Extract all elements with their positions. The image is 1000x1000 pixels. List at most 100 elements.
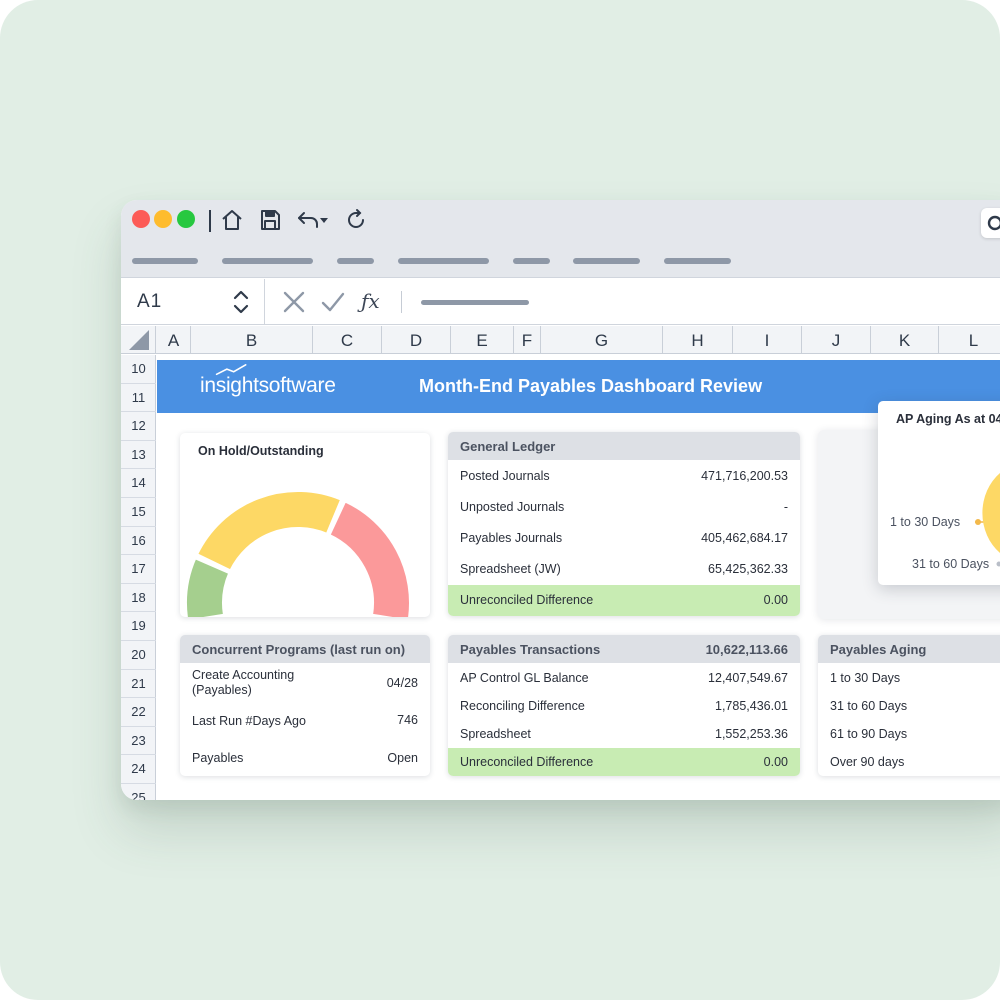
menu-item[interactable]: [132, 258, 198, 264]
menu-item[interactable]: [222, 258, 313, 264]
column-header-h[interactable]: H: [663, 326, 733, 354]
on-hold-gauge-chart: [185, 490, 411, 617]
row-header-16[interactable]: 16: [121, 527, 156, 556]
confirm-icon[interactable]: [320, 289, 346, 315]
row-header-17[interactable]: 17: [121, 555, 156, 584]
title-bar: [121, 200, 1000, 278]
row-header-25[interactable]: 25: [121, 784, 156, 800]
formula-separator: [401, 291, 402, 313]
payables-transactions-row: Spreadsheet 1,552,253.36: [448, 720, 800, 748]
menu-item[interactable]: [398, 258, 489, 264]
payables-transactions-header: Payables Transactions 10,622,113.66: [448, 635, 800, 663]
insightsoftware-logo: insightsoftware: [200, 364, 336, 398]
column-header-c[interactable]: C: [313, 326, 382, 354]
column-header-j[interactable]: J: [802, 326, 871, 354]
column-headers: ABCDEFGHIJKL: [121, 326, 1000, 354]
gauge-segment-3: [328, 500, 411, 617]
name-box[interactable]: A1: [137, 291, 162, 313]
general-ledger-card: General Ledger Posted Journals 471,716,20…: [448, 432, 800, 616]
row-header-22[interactable]: 22: [121, 698, 156, 727]
payables-aging-row: 61 to 90 Days: [818, 720, 1000, 748]
general-ledger-row: Posted Journals 471,716,200.53: [448, 461, 800, 491]
row-value: 1,552,253.36: [715, 727, 788, 741]
menu-item[interactable]: [513, 258, 550, 264]
dashboard-banner: insightsoftware Month-End Payables Dashb…: [157, 360, 1000, 413]
row-header-11[interactable]: 11: [121, 384, 156, 413]
column-header-b[interactable]: B: [191, 326, 313, 354]
row-value: 0.00: [763, 755, 788, 769]
function-icon[interactable]: ƒx: [361, 289, 380, 313]
row-label: Over 90 days: [830, 755, 905, 769]
toolbar-separator: [209, 210, 211, 232]
column-header-a[interactable]: A: [157, 326, 191, 354]
row-header-18[interactable]: 18: [121, 584, 156, 613]
concurrent-programs-header: Concurrent Programs (last run on): [180, 635, 430, 663]
row-value: 746: [397, 713, 418, 727]
dropdown-caret-icon[interactable]: [317, 208, 331, 232]
row-header-19[interactable]: 19: [121, 612, 156, 641]
payables-transactions-row: AP Control GL Balance 12,407,549.67: [448, 664, 800, 692]
row-header-13[interactable]: 13: [121, 441, 156, 470]
row-label: Spreadsheet: [460, 727, 531, 741]
gauge-segment-2: [195, 490, 343, 572]
row-value: 65,425,362.33: [708, 562, 788, 576]
row-value: 12,407,549.67: [708, 671, 788, 685]
row-label: Reconciling Difference: [460, 699, 585, 713]
ap-aging-pie-chart: [975, 473, 1000, 567]
row-header-23[interactable]: 23: [121, 727, 156, 756]
minimize-window-button[interactable]: [154, 210, 172, 228]
column-header-i[interactable]: I: [733, 326, 802, 354]
row-value: Open: [387, 751, 418, 765]
row-label: Payables: [192, 751, 244, 765]
home-icon[interactable]: [220, 208, 244, 232]
general-ledger-unreconciled-row: Unreconciled Difference 0.00: [448, 585, 800, 616]
concurrent-row: Last Run #Days Ago 746: [180, 713, 430, 729]
row-header-12[interactable]: 12: [121, 412, 156, 441]
logo-text: insightsoftware: [200, 374, 336, 397]
payables-aging-card: Payables Aging 1 to 30 Days 31 to 60 Days…: [818, 635, 1000, 776]
column-header-d[interactable]: D: [382, 326, 451, 354]
column-header-f[interactable]: F: [514, 326, 541, 354]
cancel-icon[interactable]: [281, 289, 307, 315]
row-label: Posted Journals: [460, 469, 550, 483]
redo-icon[interactable]: [344, 208, 368, 232]
concurrent-row: Payables Open: [180, 751, 430, 766]
menu-item[interactable]: [337, 258, 374, 264]
page-background: A1 ƒx ABCDEFGHIJKL 10 11 12 13 14 15 16 17 18 19 2…: [0, 0, 1000, 1000]
menu-bar: [121, 258, 1000, 266]
row-header-24[interactable]: 24: [121, 755, 156, 784]
maximize-window-button[interactable]: [177, 210, 195, 228]
search-button[interactable]: [981, 208, 1000, 238]
menu-item[interactable]: [573, 258, 640, 264]
select-all-corner[interactable]: [121, 326, 156, 354]
ap-aging-chart-card: AP Aging As at 04 1 to 30 Days 31 to 60 …: [878, 401, 1000, 585]
concurrent-programs-card: Concurrent Programs (last run on) Create…: [180, 635, 430, 776]
row-label: AP Control GL Balance: [460, 671, 589, 685]
close-window-button[interactable]: [132, 210, 150, 228]
row-header-15[interactable]: 15: [121, 498, 156, 527]
payables-transactions-card: Payables Transactions 10,622,113.66 AP C…: [448, 635, 800, 776]
column-header-k[interactable]: K: [871, 326, 939, 354]
name-box-stepper-icon[interactable]: [231, 287, 251, 317]
payables-aging-header: Payables Aging: [818, 635, 1000, 663]
save-icon[interactable]: [258, 208, 282, 232]
row-value: 1,785,436.01: [715, 699, 788, 713]
dashboard-title: Month-End Payables Dashboard Review: [419, 376, 763, 396]
row-label: Unreconciled Difference: [460, 593, 594, 607]
row-value: 471,716,200.53: [701, 469, 788, 483]
general-ledger-row: Payables Journals 405,462,684.17: [448, 523, 800, 553]
logo-swoosh-icon: [215, 364, 247, 376]
header-label: Payables Transactions: [460, 642, 601, 657]
column-header-e[interactable]: E: [451, 326, 514, 354]
row-header-10[interactable]: 10: [121, 355, 156, 384]
row-header-21[interactable]: 21: [121, 670, 156, 699]
column-header-l[interactable]: L: [939, 326, 1000, 354]
row-header-14[interactable]: 14: [121, 469, 156, 498]
menu-item[interactable]: [664, 258, 731, 264]
formula-bar: A1 ƒx: [121, 279, 1000, 325]
row-header-20[interactable]: 20: [121, 641, 156, 670]
general-ledger-header: General Ledger: [448, 432, 800, 460]
formula-input[interactable]: [421, 300, 529, 305]
payables-aging-row: Over 90 days: [818, 748, 1000, 776]
column-header-g[interactable]: G: [541, 326, 663, 354]
